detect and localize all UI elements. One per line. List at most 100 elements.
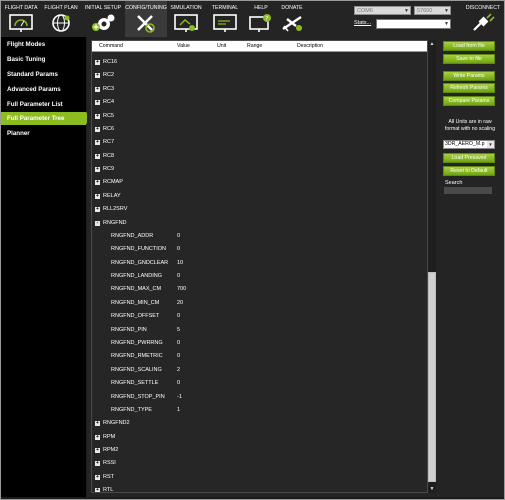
table-row[interactable]: + RPM2 — [92, 444, 427, 457]
expand-icon[interactable]: + — [95, 461, 100, 467]
nav-full-parameter-tree[interactable]: Full Parameter Tree — [1, 112, 92, 125]
col-description[interactable]: Description — [297, 41, 323, 51]
param-value[interactable]: 0 — [177, 377, 180, 390]
stats-select[interactable]: ▼ — [376, 19, 451, 29]
expand-icon[interactable]: + — [95, 100, 100, 106]
expand-icon[interactable]: + — [95, 60, 100, 65]
disconnect-button[interactable]: DISCONNECT — [463, 1, 503, 37]
expand-icon[interactable]: + — [95, 126, 100, 132]
table-row[interactable]: + RC2 — [92, 69, 427, 82]
nav-basic-tuning[interactable]: Basic Tuning — [1, 53, 86, 66]
refresh-params-button[interactable]: Refresh Params — [443, 83, 495, 93]
table-row[interactable]: + RC5 — [92, 110, 427, 123]
param-value[interactable]: 0 — [177, 243, 180, 256]
table-row[interactable]: RNGFND_MIN_CM 20 — [92, 297, 427, 310]
save-to-file-button[interactable]: Save to file — [443, 54, 495, 64]
nav-planner[interactable]: Planner — [1, 127, 86, 140]
expand-icon[interactable]: + — [95, 448, 100, 454]
scroll-down-icon[interactable]: ▼ — [428, 485, 436, 493]
table-row[interactable]: + RC6 — [92, 123, 427, 136]
collapse-icon[interactable]: - — [95, 220, 100, 226]
load-presaved-button[interactable]: Load Presaved — [443, 153, 495, 163]
compare-params-button[interactable]: Compare Params — [443, 96, 495, 106]
nav-standard-params[interactable]: Standard Params — [1, 68, 86, 81]
table-row[interactable]: + RC3 — [92, 83, 427, 96]
menu-initial-setup[interactable]: INITIAL SETUP — [81, 1, 125, 37]
table-row[interactable]: + RCMAP — [92, 176, 427, 189]
col-value[interactable]: Value — [177, 41, 190, 51]
menu-donate[interactable]: DONATE — [277, 1, 307, 37]
menu-flight-data[interactable]: FLIGHT DATA — [1, 1, 41, 37]
nav-advanced-params[interactable]: Advanced Params — [1, 83, 86, 96]
param-value[interactable]: 0 — [177, 337, 180, 350]
port-select[interactable]: COM6 ▼ — [354, 6, 411, 15]
param-value[interactable]: 0 — [177, 310, 180, 323]
expand-icon[interactable]: + — [95, 167, 100, 173]
col-unit[interactable]: Unit — [217, 41, 226, 51]
expand-icon[interactable]: + — [95, 86, 100, 92]
menu-flight-plan[interactable]: FLIGHT PLAN — [41, 1, 81, 37]
param-value[interactable]: 0 — [177, 270, 180, 283]
expand-icon[interactable]: + — [95, 73, 100, 79]
table-row[interactable]: + RC16 — [92, 56, 427, 69]
load-from-file-button[interactable]: Load from file — [443, 41, 495, 51]
table-row[interactable]: RNGFND_GNDCLEAR 10 — [92, 257, 427, 270]
stats-link[interactable]: Stats... — [354, 20, 371, 26]
table-row[interactable]: + RC9 — [92, 163, 427, 176]
expand-icon[interactable]: + — [95, 474, 100, 480]
table-row[interactable]: RNGFND_LANDING 0 — [92, 270, 427, 283]
table-row[interactable]: RNGFND_SCALING 2 — [92, 364, 427, 377]
table-row[interactable]: + RELAY — [92, 190, 427, 203]
param-value[interactable]: 700 — [177, 283, 186, 296]
nav-flight-modes[interactable]: Flight Modes — [1, 38, 86, 51]
table-row[interactable]: RNGFND_PIN 5 — [92, 324, 427, 337]
table-row[interactable]: - RNGFND — [92, 217, 427, 230]
table-row[interactable]: + RSSI — [92, 457, 427, 470]
search-input[interactable] — [444, 187, 492, 194]
reset-to-default-button[interactable]: Reset to Default — [443, 166, 495, 176]
table-row[interactable]: RNGFND_STOP_PIN -1 — [92, 391, 427, 404]
table-row[interactable]: RNGFND_RMETRIC 0 — [92, 350, 427, 363]
table-row[interactable]: + RLL2SRV — [92, 203, 427, 216]
expand-icon[interactable]: + — [95, 113, 100, 119]
menu-simulation[interactable]: SIMULATION — [167, 1, 205, 37]
scrollbar-thumb[interactable] — [428, 272, 436, 482]
table-row[interactable]: + RNGFND2 — [92, 417, 427, 430]
nav-full-parameter-list[interactable]: Full Parameter List — [1, 98, 86, 111]
table-row[interactable]: RNGFND_TYPE 1 — [92, 404, 427, 417]
vertical-scrollbar[interactable]: ▲ ▼ — [428, 40, 436, 493]
expand-icon[interactable]: + — [95, 180, 100, 186]
menu-terminal[interactable]: TERMINAL — [205, 1, 245, 37]
expand-icon[interactable]: + — [95, 421, 100, 427]
table-row[interactable]: + RST — [92, 471, 427, 484]
expand-icon[interactable]: + — [95, 488, 100, 492]
param-value[interactable]: -1 — [177, 391, 182, 404]
param-value[interactable]: 2 — [177, 364, 180, 377]
table-row[interactable]: + RPM — [92, 431, 427, 444]
table-row[interactable]: + RC7 — [92, 136, 427, 149]
table-row[interactable]: RNGFND_FUNCTION 0 — [92, 243, 427, 256]
param-value[interactable]: 0 — [177, 350, 180, 363]
param-value[interactable]: 0 — [177, 230, 180, 243]
expand-icon[interactable]: + — [95, 193, 100, 199]
scroll-up-icon[interactable]: ▲ — [428, 40, 436, 48]
table-row[interactable]: + RC4 — [92, 96, 427, 109]
param-value[interactable]: 1 — [177, 404, 180, 417]
col-range[interactable]: Range — [247, 41, 262, 51]
expand-icon[interactable]: + — [95, 153, 100, 159]
param-value[interactable]: 10 — [177, 257, 183, 270]
expand-icon[interactable]: + — [95, 434, 100, 440]
baud-select[interactable]: 57600 ▼ — [414, 6, 451, 15]
expand-icon[interactable]: + — [95, 207, 100, 213]
table-row[interactable]: + RTL — [92, 484, 427, 492]
table-row[interactable]: RNGFND_PWRRNG 0 — [92, 337, 427, 350]
table-row[interactable]: RNGFND_OFFSET 0 — [92, 310, 427, 323]
table-row[interactable]: RNGFND_SETTLE 0 — [92, 377, 427, 390]
table-row[interactable]: + RC8 — [92, 150, 427, 163]
param-value[interactable]: 20 — [177, 297, 183, 310]
menu-help[interactable]: HELP ? — [245, 1, 277, 37]
preset-select[interactable]: 3DR_AERO_M.p ▼ — [443, 140, 495, 149]
col-command[interactable]: Command — [99, 41, 123, 51]
expand-icon[interactable]: + — [95, 140, 100, 146]
table-row[interactable]: RNGFND_ADDR 0 — [92, 230, 427, 243]
